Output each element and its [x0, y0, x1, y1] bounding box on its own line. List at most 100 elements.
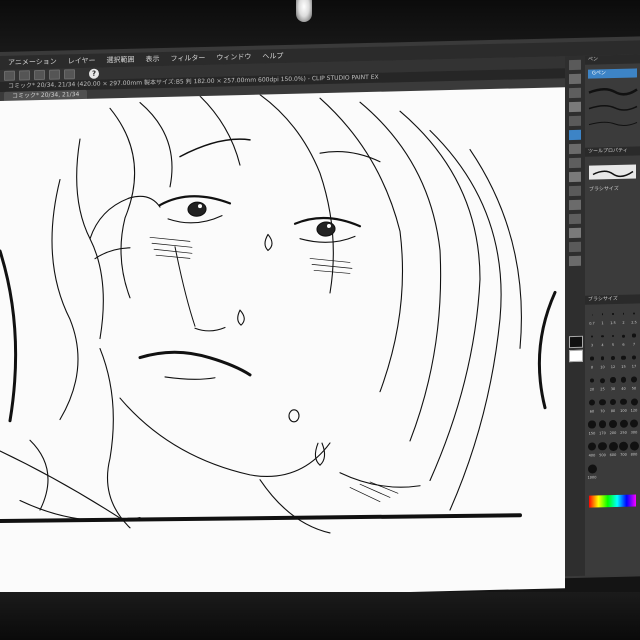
brush-size-cell[interactable]: 200 — [608, 417, 618, 438]
brush-icon[interactable] — [569, 157, 581, 169]
brush-size-value: 2.5 — [631, 320, 637, 325]
brush-size-value: 200 — [609, 430, 617, 436]
brush-size-value: 17 — [631, 364, 637, 369]
brush-size-cell[interactable]: 1 — [598, 307, 608, 328]
figure-icon[interactable] — [569, 213, 581, 225]
color-slider[interactable] — [589, 494, 636, 508]
brush-size-cell[interactable]: 20 — [587, 373, 597, 394]
brush-size-dot — [612, 313, 614, 315]
brush-size-cell[interactable]: 80 — [608, 395, 618, 416]
brush-stroke-preview[interactable] — [585, 98, 640, 113]
gradient-icon[interactable] — [569, 199, 581, 211]
app-screen: アニメーション レイヤー 選択範囲 表示 フィルター ウィンドウ ヘルプ ? コミック* 2… — [0, 36, 640, 602]
new-file-icon[interactable] — [4, 70, 15, 81]
ruler-icon[interactable] — [569, 255, 581, 267]
brush-size-cell[interactable]: 40 — [619, 373, 629, 394]
menu-item[interactable]: ヘルプ — [262, 51, 283, 62]
brush-size-value: 500 — [599, 453, 606, 458]
text-icon[interactable] — [569, 227, 581, 239]
eraser-icon[interactable] — [569, 171, 581, 183]
brush-size-dot — [629, 440, 639, 451]
brush-stroke-preview[interactable] — [585, 82, 640, 97]
undo-icon[interactable] — [49, 69, 60, 80]
brush-size-dot — [590, 356, 594, 361]
brush-size-cell[interactable]: 15 — [619, 351, 629, 372]
brush-size-cell[interactable]: 700 — [619, 439, 629, 460]
brush-size-cell[interactable]: 10 — [598, 351, 608, 372]
brush-size-cell[interactable]: 2.5 — [629, 306, 639, 327]
selection-icon[interactable] — [569, 101, 581, 113]
brush-size-cell[interactable]: 17 — [629, 350, 639, 371]
brush-size-value: 0.7 — [589, 321, 595, 326]
balloon-icon[interactable] — [569, 241, 581, 253]
brush-size-value: 400 — [588, 453, 596, 458]
brush-size-cell[interactable]: 250 — [619, 417, 629, 438]
selected-sub-tool[interactable]: Gペン — [588, 68, 637, 79]
brush-size-cell[interactable]: 500 — [598, 439, 608, 460]
brush-size-cell[interactable]: 400 — [587, 439, 597, 460]
menu-item[interactable]: ウィンドウ — [216, 52, 251, 63]
open-file-icon[interactable] — [19, 70, 30, 81]
brush-size-cell[interactable]: 100 — [619, 395, 629, 416]
move-icon[interactable] — [569, 87, 581, 99]
brush-size-value: 4 — [601, 343, 604, 348]
brush-size-value: 600 — [609, 452, 617, 458]
pen-icon[interactable] — [569, 129, 581, 141]
sub-color-swatch[interactable] — [569, 349, 583, 363]
brush-size-cell[interactable]: 800 — [629, 438, 639, 459]
brush-size-cell[interactable]: 1.5 — [608, 307, 618, 328]
brush-size-cell[interactable]: 4 — [598, 329, 608, 350]
brush-size-dot — [620, 376, 627, 383]
brush-size-cell[interactable]: 1000 — [587, 461, 597, 482]
brush-size-cell[interactable]: 50 — [629, 372, 639, 393]
brush-size-value: 2 — [622, 320, 625, 325]
brush-size-cell[interactable]: 30 — [608, 373, 618, 394]
brush-size-cell[interactable]: 0.7 — [587, 307, 597, 328]
brush-size-value: 250 — [620, 430, 627, 435]
brush-size-dot — [622, 312, 625, 315]
brush-size-dot — [632, 333, 636, 338]
brush-size-dot — [589, 378, 595, 383]
menu-item[interactable]: フィルター — [171, 53, 206, 64]
brush-size-dot — [589, 399, 595, 406]
brush-size-dot — [599, 399, 606, 406]
brush-size-cell[interactable]: 70 — [598, 395, 608, 416]
brush-size-cell[interactable]: 7 — [629, 328, 639, 349]
brush-size-dot — [587, 463, 597, 474]
brush-size-cell[interactable]: 60 — [587, 395, 597, 416]
save-file-icon[interactable] — [34, 69, 45, 81]
drawing-canvas[interactable] — [0, 87, 565, 602]
pencil-icon[interactable] — [569, 143, 581, 155]
eyedropper-icon[interactable] — [569, 115, 581, 127]
brush-size-dot — [587, 442, 597, 451]
menu-item[interactable]: アニメーション — [8, 57, 57, 68]
redo-icon[interactable] — [64, 69, 75, 80]
hand-icon[interactable] — [569, 73, 581, 85]
brush-size-dot — [630, 397, 638, 406]
brush-size-cell[interactable]: 600 — [608, 439, 618, 460]
brush-size-value: 300 — [630, 430, 638, 435]
main-color-swatch[interactable] — [569, 335, 583, 349]
menu-item[interactable]: レイヤー — [68, 56, 96, 67]
help-icon[interactable]: ? — [89, 68, 99, 79]
brush-size-cell[interactable]: 300 — [629, 416, 639, 437]
menu-item[interactable]: 選択範囲 — [107, 55, 135, 66]
brush-size-cell[interactable]: 8 — [587, 351, 597, 372]
brush-size-cell[interactable]: 120 — [629, 394, 639, 415]
fill-icon[interactable] — [569, 185, 581, 197]
brush-size-value: 30 — [610, 386, 616, 392]
brush-size-cell[interactable]: 2 — [619, 307, 629, 328]
brush-size-cell[interactable]: 170 — [598, 417, 608, 438]
manga-lineart — [0, 94, 557, 534]
brush-size-dot — [600, 356, 605, 361]
zoom-icon[interactable] — [569, 59, 581, 71]
brush-size-cell[interactable]: 5 — [608, 329, 618, 350]
brush-size-cell[interactable]: 3 — [587, 329, 597, 350]
brush-size-cell[interactable]: 25 — [598, 373, 608, 394]
brush-size-cell[interactable]: 12 — [608, 351, 618, 372]
brush-size-cell[interactable]: 150 — [587, 417, 597, 438]
menu-item[interactable]: 表示 — [146, 54, 160, 64]
brush-size-cell[interactable]: 6 — [619, 329, 629, 350]
brush-stroke-preview[interactable] — [585, 114, 640, 129]
brush-size-dot — [591, 314, 593, 316]
